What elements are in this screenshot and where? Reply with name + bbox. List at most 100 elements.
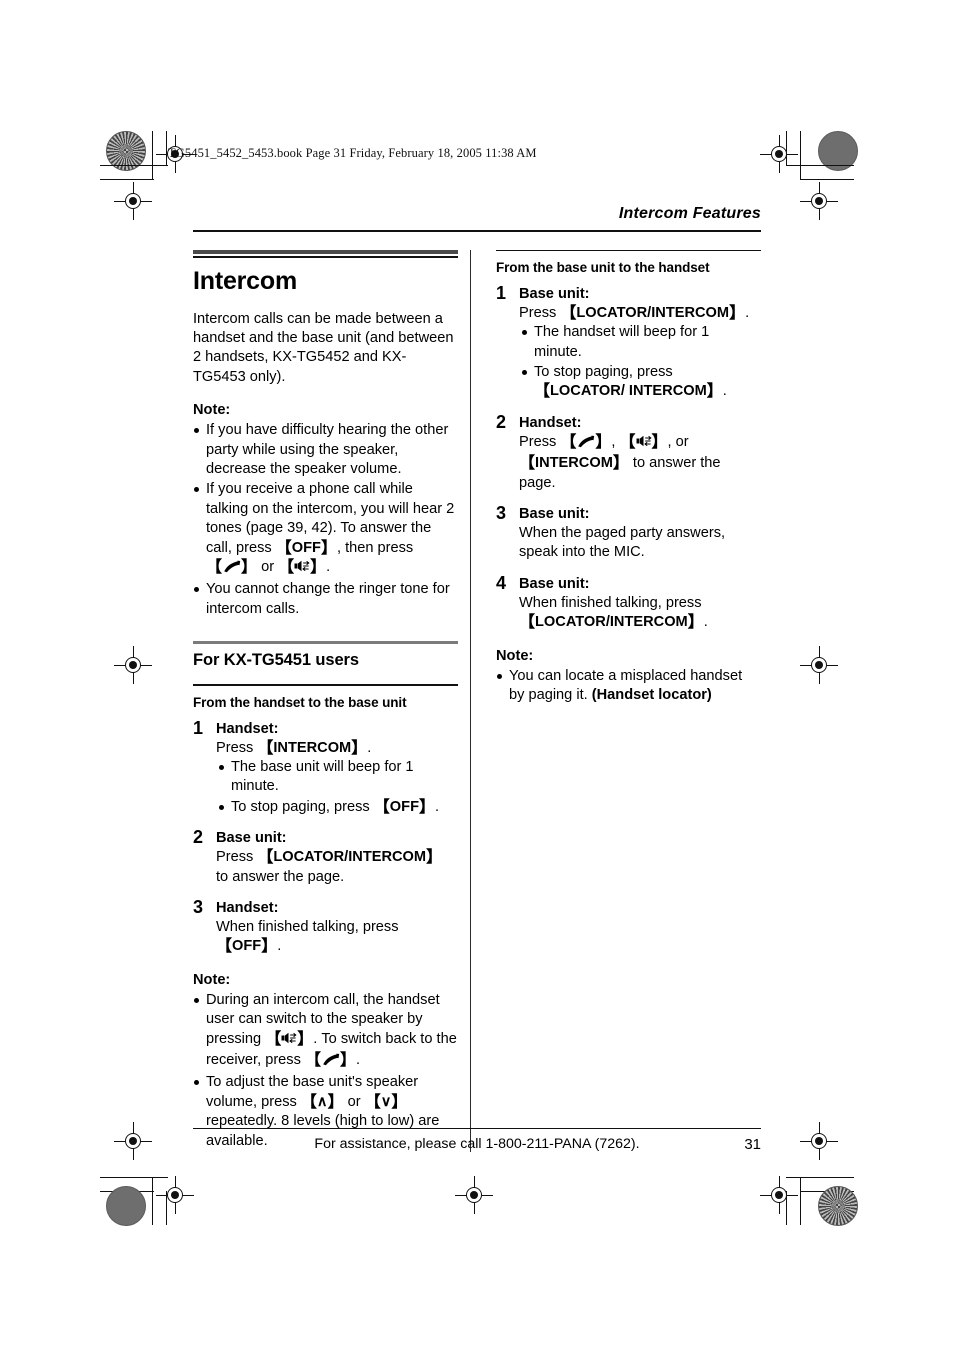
page-footer: For assistance, please call 1-800-211-PA… [193,1128,761,1154]
list-item: During an intercom call, the handset use… [193,991,458,1073]
footer-assistance-text: For assistance, please call 1-800-211-PA… [314,1136,640,1153]
step-text: Press 【LOCATOR/INTERCOM】 to answer the p… [216,849,443,885]
page-number: 31 [744,1136,761,1154]
book-file-header: TG5451_5452_5453.book Page 31 Friday, Fe… [168,146,537,160]
step-number: 4 [496,572,507,593]
step-role: Base unit: [519,506,590,523]
subsection-rule [496,249,761,251]
step-role: Handset: [216,900,279,917]
list-item: To stop paging, press 【OFF】. [216,798,458,817]
step-item: 3 Handset: When finished talking, press … [193,897,458,957]
talk-handset-icon [222,560,241,579]
registration-target-bottom-right [760,1176,798,1214]
crop-line [800,1177,802,1225]
registration-target-right-lower [800,1122,838,1160]
step-number: 3 [193,897,204,918]
two-column-layout: Intercom Intercom calls can be made betw… [193,249,761,1153]
step-item: 2 Handset: Press 【】, 【】, or 【INTERCOM】 t… [496,411,761,493]
note-label: Note: [193,402,231,419]
volume-up-icon: ∧ [316,1093,328,1110]
list-item: You cannot change the ringer tone for in… [193,580,458,619]
step-role: Base unit: [216,830,287,847]
page-body: Intercom Features Intercom Intercom call… [193,205,761,1153]
section-rule-gray [193,641,458,645]
running-head: Intercom Features [618,205,761,222]
intro-paragraph: Intercom calls can be made between a han… [193,310,454,385]
registration-target-top-right [760,135,798,173]
subsection-handset-to-base: From the handset to the base unit [193,684,458,710]
section-kx-tg5451: For KX-TG5451 users [193,641,458,670]
registration-target-left-middle [114,646,152,684]
subsection-title: From the handset to the base unit [193,694,407,710]
note-label: Note: [193,971,231,988]
registration-dot-bottom-left [106,1186,146,1226]
step-item: 1 Handset: Press 【INTERCOM】. The base un… [193,717,458,818]
crop-line [800,179,854,181]
registration-target-bottom-left [156,1176,194,1214]
left-column: Intercom Intercom calls can be made betw… [193,249,472,1153]
registration-target-left-upper [114,182,152,220]
step-item: 2 Base unit: Press 【LOCATOR/INTERCOM】 to… [193,827,458,887]
step-text: Press 【】, 【】, or 【INTERCOM】 to answer th… [519,433,721,491]
crop-line [786,165,854,167]
step-bullets: The base unit will beep for 1 minute. To… [216,758,458,817]
registration-target-bottom-center [455,1176,493,1214]
list-item: You can locate a misplaced handset by pa… [496,667,761,706]
subsection-title: From the base unit to the handset [496,259,710,275]
step-text: Press 【INTERCOM】. [216,739,372,757]
step-item: 3 Base unit: When the paged party answer… [496,503,761,563]
step-role: Handset: [216,720,279,737]
step-role: Base unit: [519,285,590,302]
list-item: If you have difficulty hearing the other… [193,421,458,479]
steps-base-to-handset: 1 Base unit: Press 【LOCATOR/INTERCOM】. T… [496,282,761,633]
note-label: Note: [496,647,534,664]
step-role: Base unit: [519,575,590,592]
crop-line [786,1177,854,1179]
registration-target-left-lower [114,1122,152,1160]
registration-dot-bottom-right [818,1186,858,1226]
crop-line [100,1177,168,1179]
registration-target-right-middle [800,646,838,684]
step-number: 2 [193,827,204,848]
step-role: Handset: [519,414,582,431]
step-item: 1 Base unit: Press 【LOCATOR/INTERCOM】. T… [496,282,761,402]
talk-handset-icon [576,435,595,454]
step-number: 2 [496,411,507,432]
header-rule [193,230,761,232]
step-text: When finished talking, press 【LOCATOR/IN… [519,594,708,632]
registration-target-right-upper [800,182,838,220]
volume-down-icon: ∨ [380,1093,392,1110]
list-item: The handset will beep for 1 minute. [519,323,761,362]
crop-line [100,179,154,181]
speakerphone-icon [294,560,310,579]
intro-note-list: If you have difficulty hearing the other… [193,421,458,619]
right-note-list: You can locate a misplaced handset by pa… [496,667,761,706]
step-text: Press 【LOCATOR/INTERCOM】. [519,304,750,322]
crop-line [152,1177,154,1225]
step-number: 3 [496,503,507,524]
speakerphone-icon [636,435,652,454]
talk-handset-icon [321,1053,340,1072]
right-column: From the base unit to the handset 1 Base… [472,249,761,1153]
step-text: When the paged party answers, speak into… [519,525,726,561]
crop-line [152,131,154,179]
column-divider [470,249,472,1153]
chapter-rule-thin [193,256,458,258]
section-title: For KX-TG5451 users [193,651,359,670]
list-item: If you receive a phone call while talkin… [193,480,458,579]
list-item: The base unit will beep for 1 minute. [216,758,458,797]
speakerphone-icon [281,1032,297,1051]
step-bullets: The handset will beep for 1 minute. To s… [519,323,761,402]
subsection-rule [193,684,458,686]
crop-line [100,165,168,167]
step-number: 1 [193,717,204,738]
steps-handset-to-base: 1 Handset: Press 【INTERCOM】. The base un… [193,717,458,957]
handset-locator-term: (Handset locator) [591,687,712,704]
crop-line [800,131,802,179]
chapter-rule-thick [193,249,458,254]
list-item: To stop paging, press 【LOCATOR/ INTERCOM… [519,363,761,402]
step-number: 1 [496,282,507,303]
step-item: 4 Base unit: When finished talking, pres… [496,572,761,633]
step-text: When finished talking, press 【OFF】. [216,919,399,956]
chapter-title: Intercom [193,266,297,295]
